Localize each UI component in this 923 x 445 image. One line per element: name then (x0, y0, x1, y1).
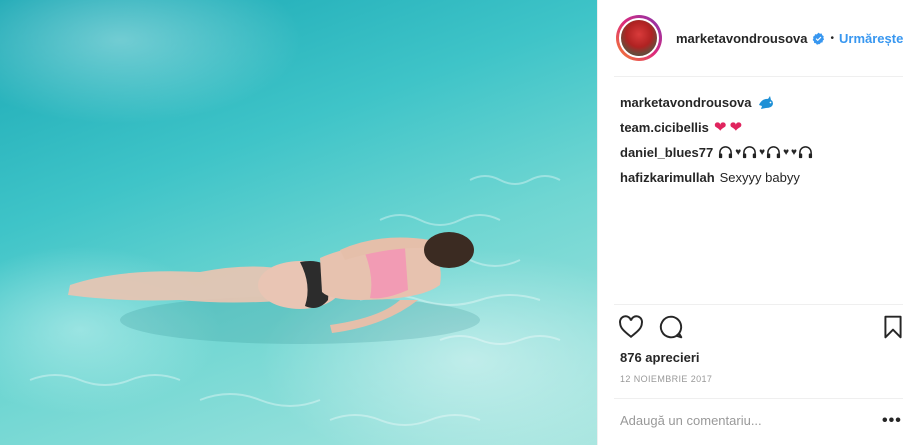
comment-item: daniel_blues77 ♥ ♥ ♥ ♥ (620, 140, 910, 165)
headphones-icon (798, 146, 813, 159)
action-bar (618, 314, 908, 342)
black-heart-icon: ♥ (735, 147, 742, 158)
divider (614, 76, 903, 77)
heart-icon: ❤ (713, 119, 727, 136)
headphones-emoji-sequence: ♥ ♥ ♥ ♥ (718, 140, 814, 165)
dolphin-icon (758, 95, 773, 109)
black-heart-icon: ♥ (783, 147, 790, 158)
divider (614, 304, 903, 305)
more-options-icon[interactable]: ••• (882, 412, 902, 430)
comment-username[interactable]: hafizkarimullah (620, 165, 715, 190)
post-date: 12 NOIEMBRIE 2017 (620, 374, 713, 384)
headphones-icon (743, 146, 757, 159)
headphones-icon (719, 146, 733, 159)
header-username[interactable]: marketavondrousova (676, 31, 808, 46)
divider (614, 398, 903, 399)
post-side-panel: marketavondrousova • Urmărește marketavo… (597, 0, 923, 445)
bookmark-icon[interactable] (880, 314, 906, 340)
comment-username[interactable]: daniel_blues77 (620, 140, 713, 165)
add-comment-input[interactable] (620, 413, 870, 428)
comment-username[interactable]: team.cicibellis (620, 115, 709, 140)
comment-text: Sexyyy babyy (719, 170, 800, 185)
likes-count[interactable]: 876 aprecieri (620, 350, 700, 365)
comment-item: hafizkarimullah Sexyyy babyy (620, 165, 910, 190)
comment-item: marketavondrousova (620, 90, 910, 115)
comment-item: team.cicibellis ❤ ❤ (620, 115, 910, 140)
headphones-icon (767, 146, 781, 159)
post-photo[interactable] (0, 0, 597, 445)
like-heart-icon[interactable] (618, 314, 644, 340)
post-header: marketavondrousova • Urmărește (598, 0, 923, 76)
swimmer-image (29, 175, 561, 426)
comment-bubble-icon[interactable] (658, 314, 684, 340)
black-heart-icon: ♥ (759, 147, 766, 158)
comments-list: marketavondrousova team.cicibellis ❤ ❤ d… (620, 90, 910, 190)
follow-button[interactable]: Urmărește (839, 31, 903, 46)
black-heart-icon: ♥ (791, 147, 797, 158)
comment-username[interactable]: marketavondrousova (620, 90, 752, 115)
separator-dot: • (830, 32, 835, 44)
avatar-image (619, 18, 659, 58)
heart-icon: ❤ (729, 119, 743, 136)
avatar[interactable] (616, 15, 662, 61)
verified-badge-icon (812, 32, 824, 45)
